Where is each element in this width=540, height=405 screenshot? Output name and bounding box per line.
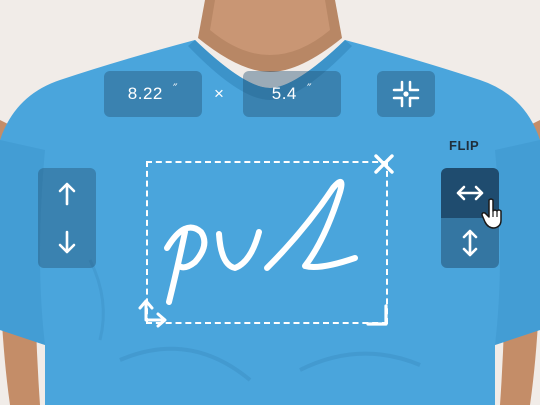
flip-label: FLIP [449, 138, 480, 153]
rotate-icon[interactable] [134, 296, 170, 332]
tshirt-editor-stage: 8.22 ″ × 5.4 ″ FLIP [0, 0, 540, 405]
center-align-button[interactable] [377, 71, 435, 117]
center-align-icon [392, 80, 420, 108]
width-unit: ″ [172, 81, 179, 97]
move-panel [38, 168, 96, 268]
move-up-button[interactable] [38, 168, 96, 218]
width-value: 8.22 [127, 84, 163, 103]
height-unit: ″ [306, 81, 313, 97]
design-logo[interactable]: pvl [155, 170, 375, 310]
size-separator: × [214, 84, 224, 103]
arrow-up-icon [58, 182, 76, 206]
resize-corner-icon[interactable] [364, 302, 390, 328]
flip-vertical-icon [462, 229, 478, 257]
close-icon[interactable] [370, 150, 398, 178]
move-down-button[interactable] [38, 218, 96, 268]
height-field[interactable]: 5.4 ″ [243, 71, 341, 117]
hand-cursor-icon [481, 198, 502, 229]
width-field[interactable]: 8.22 ″ [104, 71, 202, 117]
arrow-down-icon [58, 230, 76, 254]
height-value: 5.4 [271, 84, 297, 103]
